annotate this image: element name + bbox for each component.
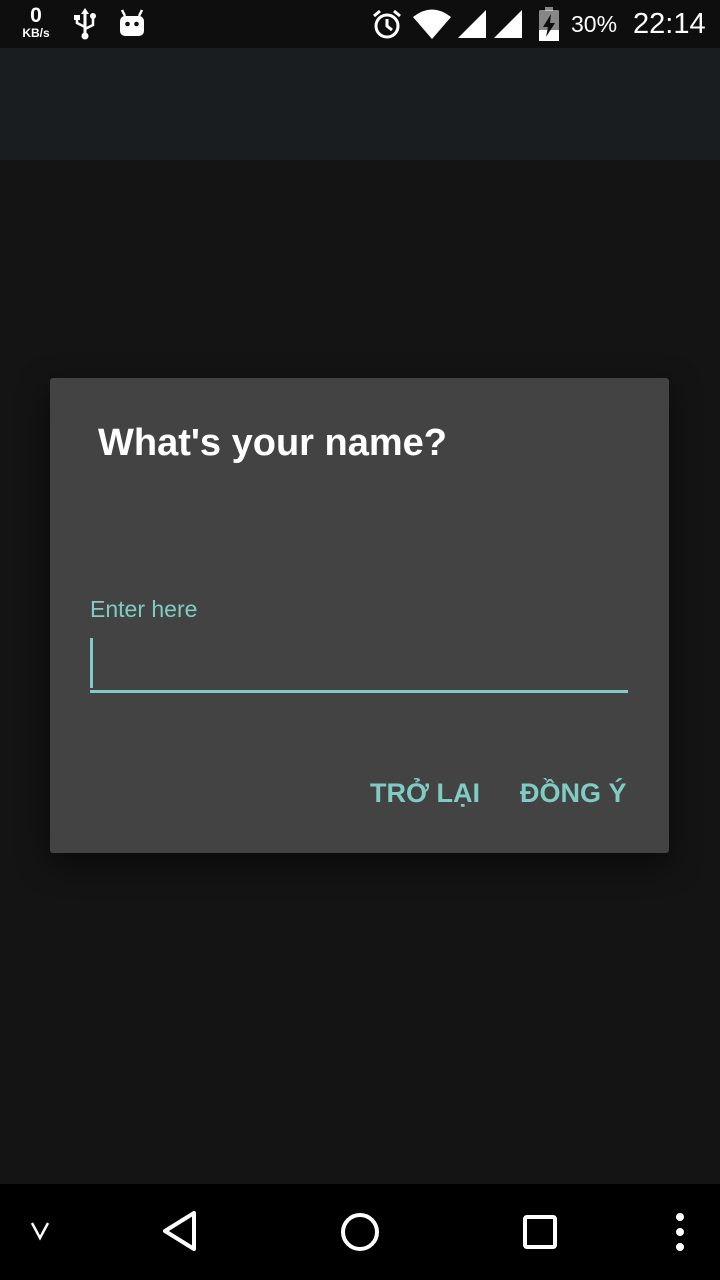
network-speed: 0 KB/s (16, 5, 56, 39)
ok-button[interactable]: ĐỒNG Ý (520, 778, 627, 809)
signal-icon-2 (492, 8, 524, 45)
battery-charging-icon (538, 6, 560, 47)
network-speed-value: 0 (30, 4, 42, 27)
status-bar: 0 KB/s 30% 22:14 (0, 0, 720, 48)
back-icon[interactable] (160, 1210, 200, 1257)
text-cursor (90, 638, 93, 688)
dialog-title: What's your name? (98, 422, 447, 464)
back-button[interactable]: TRỞ LẠI (370, 778, 480, 809)
android-debug-icon (118, 8, 146, 43)
recents-icon[interactable] (520, 1212, 560, 1257)
app-bar (0, 48, 720, 160)
alarm-icon (371, 8, 403, 45)
chevron-down-icon[interactable] (28, 1218, 52, 1247)
clock: 22:14 (633, 8, 706, 40)
home-icon[interactable] (338, 1210, 382, 1259)
wifi-icon (412, 8, 452, 45)
network-speed-unit: KB/s (22, 26, 50, 40)
name-input[interactable] (90, 636, 628, 693)
navigation-bar (0, 1184, 720, 1280)
more-vert-icon[interactable] (668, 1212, 692, 1257)
usb-icon (72, 8, 98, 45)
name-dialog: What's your name? Enter here TRỞ LẠI ĐỒN… (50, 378, 669, 853)
name-field-label: Enter here (90, 596, 198, 622)
signal-icon (456, 8, 488, 45)
screen: 0 KB/s 30% 22:14 What's your name? Enter… (0, 0, 720, 1280)
battery-percent: 30% (571, 11, 618, 37)
